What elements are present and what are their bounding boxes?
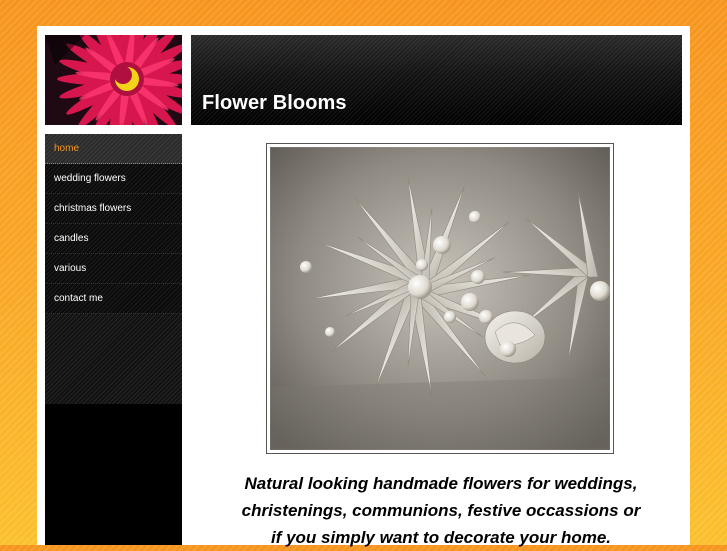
tagline-line-1: Natural looking handmade flowers for wed… — [244, 474, 638, 493]
nav-item-wedding-flowers[interactable]: wedding flowers — [45, 164, 182, 194]
nav-item-various[interactable]: various — [45, 254, 182, 284]
nav-item-christmas-flowers[interactable]: christmas flowers — [45, 194, 182, 224]
site-header: Flower Blooms — [191, 35, 682, 125]
nav-item-contact-me[interactable]: contact me — [45, 284, 182, 314]
sidebar-decoration — [45, 314, 182, 404]
sidebar: home wedding flowers christmas flowers c… — [45, 134, 182, 545]
main-navigation: home wedding flowers christmas flowers c… — [45, 134, 182, 314]
featured-photo-frame — [266, 143, 614, 454]
red-flower-logo-icon — [45, 35, 182, 125]
tagline-line-3: if you simply want to decorate your home… — [270, 528, 612, 547]
featured-flower-photo — [270, 147, 610, 450]
nav-item-home[interactable]: home — [45, 134, 182, 164]
tagline-line-2: christenings, communions, festive occass… — [241, 501, 641, 520]
nav-item-candles[interactable]: candles — [45, 224, 182, 254]
page-container: Flower Blooms home wedding flowers chris… — [37, 26, 690, 547]
site-logo[interactable] — [45, 35, 182, 125]
intro-tagline: Natural looking handmade flowers for wed… — [203, 470, 679, 551]
site-title[interactable]: Flower Blooms — [202, 92, 347, 115]
